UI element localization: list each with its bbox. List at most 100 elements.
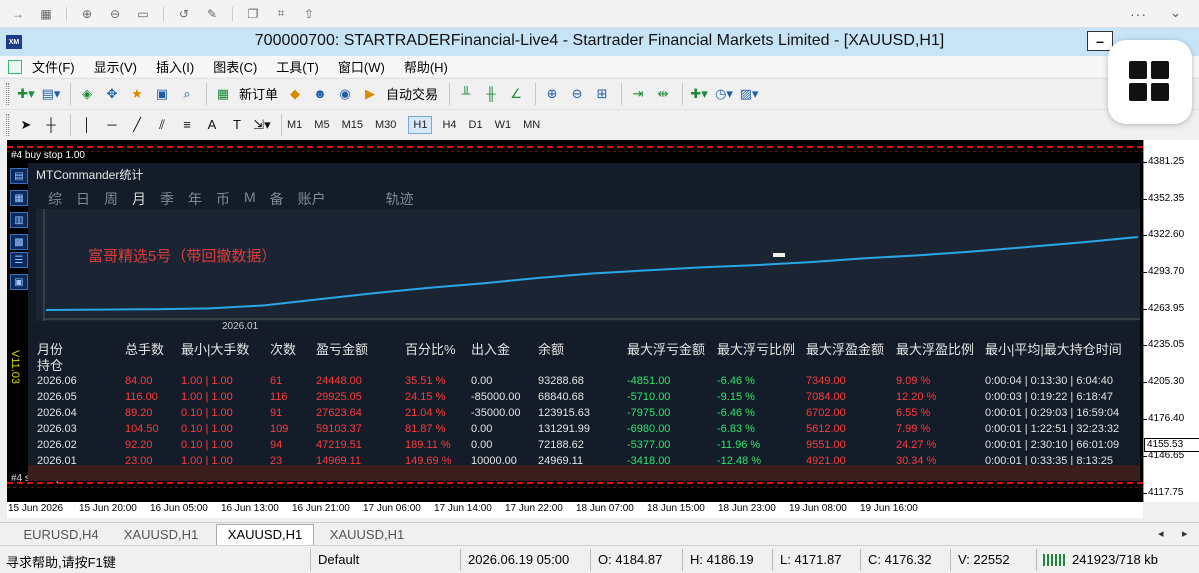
auto-scroll-icon[interactable]: ⇥ <box>627 83 649 105</box>
status-close: C: 4176.32 <box>868 552 932 567</box>
fit-icon[interactable]: ▭ <box>135 6 151 22</box>
menu-view[interactable]: 显示(V) <box>94 57 137 76</box>
status-profile[interactable]: Default <box>318 552 359 567</box>
tab-chart-xauusd-h1-active[interactable]: XAUUSD,H1 <box>216 524 314 546</box>
templates-icon[interactable]: ▨▾ <box>738 83 760 105</box>
zoom-out-icon[interactable]: ⊖ <box>566 83 588 105</box>
auto-trading-button[interactable]: 自动交易 <box>386 84 438 103</box>
tab-track[interactable]: 轨迹 <box>386 189 414 209</box>
periods-icon[interactable]: ◷▾ <box>713 83 735 105</box>
panel-tool-icon[interactable]: ▥ <box>10 212 28 228</box>
auto-trading-icon[interactable]: ▶ <box>359 83 381 105</box>
market-watch-icon[interactable]: ◈ <box>76 83 98 105</box>
edit-icon[interactable]: ✎ <box>204 6 220 22</box>
timeframe-w1[interactable]: W1 <box>495 119 512 131</box>
crosshair-icon[interactable]: ┼ <box>40 114 62 136</box>
indicators-icon[interactable]: ✚▾ <box>688 83 710 105</box>
candlestick-icon[interactable]: ╫ <box>480 83 502 105</box>
tab-magic[interactable]: M <box>244 189 256 209</box>
tab-chart-eurusd-h4[interactable]: EURUSD,H4 <box>18 526 104 545</box>
time-axis[interactable]: 15 Jun 2026 15 Jun 20:00 16 Jun 05:00 16… <box>7 502 1143 518</box>
zoom-in-icon[interactable]: ⊕ <box>541 83 563 105</box>
more-icon[interactable]: ··· <box>1130 6 1147 22</box>
timeframe-m5[interactable]: M5 <box>314 119 329 131</box>
menu-window[interactable]: 窗口(W) <box>338 57 385 76</box>
timeframe-mn[interactable]: MN <box>523 119 540 131</box>
data-window-icon[interactable]: ✥ <box>101 83 123 105</box>
cursor-icon[interactable]: ➤ <box>15 114 37 136</box>
new-chart-icon[interactable]: ✚▾ <box>15 83 37 105</box>
metaeditor-icon[interactable]: ◆ <box>284 83 306 105</box>
tab-quarter[interactable]: 季 <box>160 189 174 209</box>
tab-currency[interactable]: 币 <box>216 189 230 209</box>
menu-charts[interactable]: 图表(C) <box>213 57 257 76</box>
timeframe-m15[interactable]: M15 <box>342 119 363 131</box>
terminal-icon[interactable]: ▣ <box>151 83 173 105</box>
panel-tool-icon[interactable]: ▦ <box>10 190 28 206</box>
chart-shift-icon[interactable]: ⇹ <box>652 83 674 105</box>
timeframe-h1[interactable]: H1 <box>408 115 433 134</box>
tab-account[interactable]: 账户 <box>298 189 326 209</box>
tab-notes[interactable]: 备 <box>270 189 284 209</box>
price-axis[interactable]: 4381.25 4352.35 4322.60 4293.70 4263.95 … <box>1141 140 1199 502</box>
copy-icon[interactable]: ❐ <box>245 6 261 22</box>
tab-summary[interactable]: 综 <box>48 189 62 209</box>
timeframe-h4[interactable]: H4 <box>442 119 456 131</box>
app-menu-icon[interactable] <box>8 59 22 74</box>
order-level-line[interactable] <box>7 482 1143 484</box>
grid-icon[interactable]: ▦ <box>38 6 54 22</box>
toolbar-grip[interactable] <box>6 82 9 105</box>
panel-tool-icon[interactable]: ▩ <box>10 234 28 250</box>
rotate-icon[interactable]: ↺ <box>176 6 192 22</box>
menu-insert[interactable]: 插入(I) <box>156 57 194 76</box>
share-icon[interactable]: ⇧ <box>301 6 317 22</box>
tab-scroll-right-icon[interactable]: ▸ <box>1182 527 1188 540</box>
menu-tools[interactable]: 工具(T) <box>276 57 319 76</box>
windows-logo-icon[interactable] <box>1108 40 1192 124</box>
chevron-down-icon[interactable]: ⌄ <box>1170 5 1181 21</box>
tab-chart-xauusd-h1[interactable]: XAUUSD,H1 <box>118 526 204 545</box>
line-chart-icon[interactable]: ∠ <box>505 83 527 105</box>
user-icon[interactable]: ☻ <box>309 83 331 105</box>
navigator-icon[interactable]: ★ <box>126 83 148 105</box>
menu-help[interactable]: 帮助(H) <box>404 57 448 76</box>
new-order-icon[interactable]: ▦ <box>212 83 234 105</box>
panel-tool-icon[interactable]: ▣ <box>10 274 28 290</box>
tab-year[interactable]: 年 <box>188 189 202 209</box>
timeframe-m30[interactable]: M30 <box>375 119 396 131</box>
order-level-line[interactable] <box>7 146 1143 148</box>
zoom-out-icon[interactable]: ⊖ <box>107 6 123 22</box>
channel-icon[interactable]: ⫽ <box>151 114 173 136</box>
tab-scroll-left-icon[interactable]: ◂ <box>1158 527 1164 540</box>
text-icon[interactable]: A <box>201 114 223 136</box>
tab-month[interactable]: 月 <box>132 189 146 209</box>
profiles-icon[interactable]: ▤▾ <box>40 83 62 105</box>
new-order-button[interactable]: 新订单 <box>239 84 278 103</box>
horizontal-line-icon[interactable]: ─ <box>101 114 123 136</box>
minimize-button[interactable]: – <box>1087 31 1113 51</box>
order-level-line[interactable] <box>7 487 1143 488</box>
toolbar-grip[interactable] <box>6 113 9 136</box>
tab-day[interactable]: 日 <box>76 189 90 209</box>
bar-chart-icon[interactable]: ╨ <box>455 83 477 105</box>
crop-icon[interactable]: ⌗ <box>273 6 289 22</box>
text-label-icon[interactable]: T <box>226 114 248 136</box>
strategy-tester-icon[interactable]: ⌕ <box>176 83 198 105</box>
forward-icon[interactable]: → <box>10 6 26 22</box>
tab-week[interactable]: 周 <box>104 189 118 209</box>
vertical-line-icon[interactable]: │ <box>76 114 98 136</box>
trendline-icon[interactable]: ╱ <box>126 114 148 136</box>
order-level-line[interactable] <box>7 151 1143 152</box>
zoom-in-icon[interactable]: ⊕ <box>79 6 95 22</box>
panel-tool-icon[interactable]: ▤ <box>10 168 28 184</box>
menu-file[interactable]: 文件(F) <box>32 57 75 76</box>
fibonacci-icon[interactable]: ≡ <box>176 114 198 136</box>
tile-windows-icon[interactable]: ⊞ <box>591 83 613 105</box>
signals-icon[interactable]: ◉ <box>334 83 356 105</box>
price-tick: 4205.30 <box>1141 376 1185 387</box>
timeframe-d1[interactable]: D1 <box>469 119 483 131</box>
timeframe-m1[interactable]: M1 <box>287 119 302 131</box>
panel-tool-icon[interactable]: ☰ <box>10 252 28 268</box>
tab-chart-xauusd-h1[interactable]: XAUUSD,H1 <box>322 526 412 545</box>
arrows-icon[interactable]: ⇲▾ <box>251 114 273 136</box>
